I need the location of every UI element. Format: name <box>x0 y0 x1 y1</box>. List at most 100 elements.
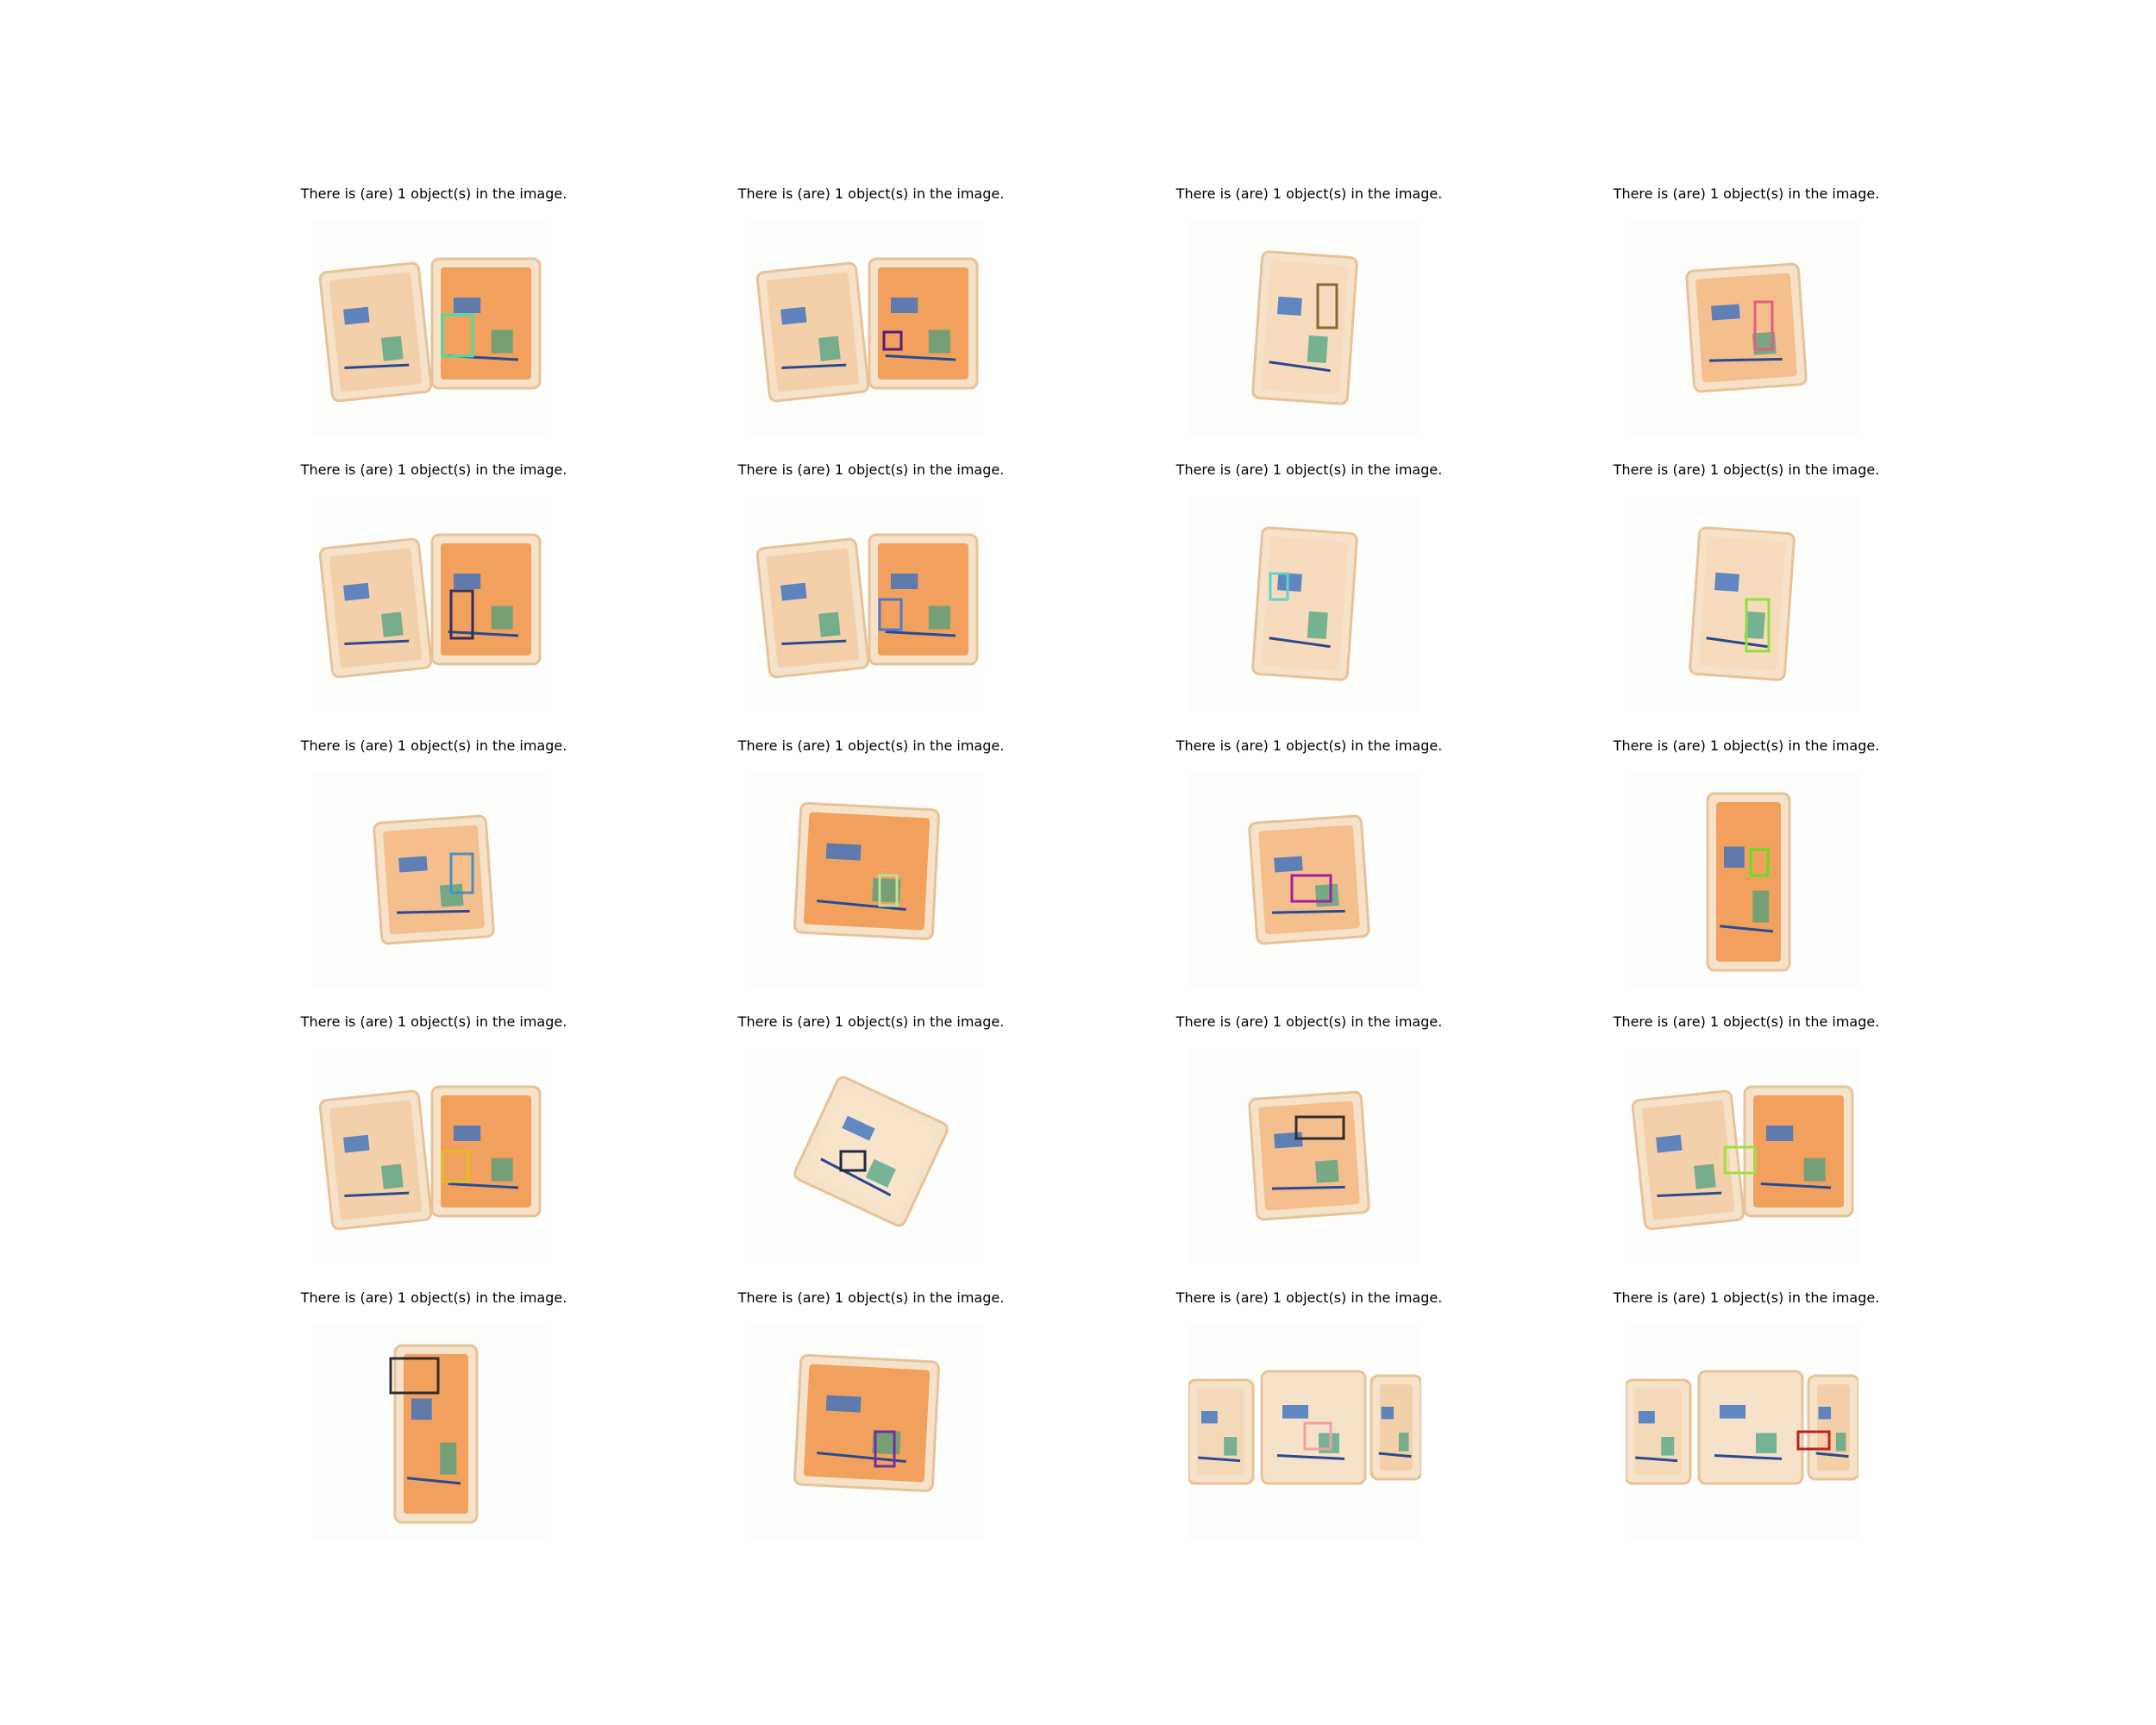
baggage-shape <box>430 257 542 390</box>
panel-caption: There is (are) 1 object(s) in the image. <box>1175 737 1443 754</box>
xray-panel: There is (are) 1 object(s) in the image. <box>287 737 580 1013</box>
xray-panel: There is (are) 1 object(s) in the image. <box>724 1013 1018 1289</box>
xray-panel: There is (are) 1 object(s) in the image. <box>1600 461 1893 737</box>
baggage-shape <box>393 1344 479 1524</box>
panel-caption: There is (are) 1 object(s) in the image. <box>737 185 1005 202</box>
baggage-shape <box>1248 814 1370 945</box>
xray-scan-image <box>1188 496 1421 712</box>
baggage-shape <box>1697 1370 1804 1485</box>
xray-panel: There is (are) 1 object(s) in the image. <box>1163 461 1456 737</box>
baggage-shape <box>755 537 870 679</box>
xray-panel: There is (are) 1 object(s) in the image. <box>287 1289 580 1565</box>
xray-scan-image <box>313 220 546 436</box>
xray-panel: There is (are) 1 object(s) in the image. <box>1163 1013 1456 1289</box>
baggage-shape <box>1369 1374 1421 1481</box>
xray-scan-svg <box>1689 526 1796 681</box>
panel-caption: There is (are) 1 object(s) in the image. <box>1613 1013 1880 1030</box>
xray-scan-image <box>1626 496 1858 712</box>
xray-scan-image <box>750 1324 983 1540</box>
baggage-shape <box>793 1076 949 1227</box>
xray-panel: There is (are) 1 object(s) in the image. <box>287 1013 580 1289</box>
panel-caption: There is (are) 1 object(s) in the image. <box>300 737 567 754</box>
xray-panel: There is (are) 1 object(s) in the image. <box>1163 185 1456 461</box>
baggage-shape <box>1631 1089 1745 1231</box>
panel-caption: There is (are) 1 object(s) in the image. <box>1175 185 1443 202</box>
xray-scan-svg <box>1626 1370 1858 1485</box>
xray-scan-svg <box>793 1353 940 1493</box>
xray-scan-svg <box>318 533 542 679</box>
xray-panel: There is (are) 1 object(s) in the image. <box>1600 1013 1893 1289</box>
xray-scan-svg <box>1251 250 1358 405</box>
xray-scan-svg <box>1706 792 1791 972</box>
baggage-shape <box>868 257 979 390</box>
baggage-shape <box>1260 1370 1367 1485</box>
panel-caption: There is (are) 1 object(s) in the image. <box>737 737 1005 754</box>
xray-scan-svg <box>1251 526 1358 681</box>
xray-panel: There is (are) 1 object(s) in the image. <box>1600 737 1893 1013</box>
xray-scan-image <box>313 772 546 988</box>
panel-caption: There is (are) 1 object(s) in the image. <box>300 185 567 202</box>
baggage-shape <box>1251 526 1358 681</box>
xray-panel: There is (are) 1 object(s) in the image. <box>724 461 1018 737</box>
xray-scan-image <box>1188 1048 1421 1264</box>
baggage-shape <box>1248 1090 1370 1221</box>
baggage-shape <box>1689 526 1796 681</box>
xray-panel: There is (are) 1 object(s) in the image. <box>1600 185 1893 461</box>
xray-scan-image <box>313 1324 546 1540</box>
panel-caption: There is (are) 1 object(s) in the image. <box>737 461 1005 478</box>
panel-caption: There is (are) 1 object(s) in the image. <box>1175 461 1443 478</box>
xray-scan-image <box>313 1048 546 1264</box>
baggage-shape <box>318 261 433 403</box>
panel-caption: There is (are) 1 object(s) in the image. <box>1613 185 1880 202</box>
baggage-shape <box>1188 1378 1255 1485</box>
panel-caption: There is (are) 1 object(s) in the image. <box>1175 1013 1443 1030</box>
baggage-shape <box>1626 1378 1692 1485</box>
xray-scan-svg <box>793 1076 949 1227</box>
xray-scan-svg <box>1248 814 1370 945</box>
baggage-shape <box>430 533 542 666</box>
xray-scan-image <box>1626 772 1858 988</box>
xray-panel: There is (are) 1 object(s) in the image. <box>287 461 580 737</box>
panel-caption: There is (are) 1 object(s) in the image. <box>300 1013 567 1030</box>
panel-caption: There is (are) 1 object(s) in the image. <box>737 1289 1005 1306</box>
xray-scan-image <box>750 772 983 988</box>
xray-scan-image <box>750 220 983 436</box>
xray-scan-image <box>750 496 983 712</box>
xray-panel: There is (are) 1 object(s) in the image. <box>1163 737 1456 1013</box>
panel-caption: There is (are) 1 object(s) in the image. <box>1175 1289 1443 1306</box>
xray-panel: There is (are) 1 object(s) in the image. <box>724 737 1018 1013</box>
baggage-shape <box>1685 262 1808 393</box>
xray-scan-image <box>1626 220 1858 436</box>
xray-scan-image <box>1188 1324 1421 1540</box>
xray-scan-image <box>1188 220 1421 436</box>
xray-scan-svg <box>1685 262 1808 393</box>
baggage-shape <box>793 1353 940 1493</box>
xray-scan-svg <box>755 257 979 403</box>
xray-scan-svg <box>1631 1085 1854 1231</box>
baggage-shape <box>1706 792 1791 972</box>
xray-panel: There is (are) 1 object(s) in the image. <box>724 185 1018 461</box>
xray-scan-image <box>1188 772 1421 988</box>
xray-scan-image <box>1626 1048 1858 1264</box>
xray-scan-svg <box>373 814 495 945</box>
baggage-shape <box>1743 1085 1854 1218</box>
baggage-shape <box>318 537 433 679</box>
xray-scan-svg <box>793 801 940 941</box>
baggage-shape <box>1251 250 1358 405</box>
panel-caption: There is (are) 1 object(s) in the image. <box>737 1013 1005 1030</box>
panel-caption: There is (are) 1 object(s) in the image. <box>1613 1289 1880 1306</box>
baggage-shape <box>793 801 940 941</box>
baggage-shape <box>1807 1374 1858 1481</box>
baggage-shape <box>373 814 495 945</box>
xray-scan-image <box>1626 1324 1858 1540</box>
xray-panel: There is (are) 1 object(s) in the image. <box>1163 1289 1456 1565</box>
xray-scan-svg <box>1188 1370 1421 1485</box>
xray-scan-svg <box>755 533 979 679</box>
xray-scan-svg <box>389 1344 479 1524</box>
xray-detection-grid: There is (are) 1 object(s) in the image.… <box>0 0 2156 1725</box>
xray-panel: There is (are) 1 object(s) in the image. <box>1600 1289 1893 1565</box>
xray-scan-svg <box>318 1085 542 1231</box>
xray-scan-svg <box>1248 1090 1370 1221</box>
panel-caption: There is (are) 1 object(s) in the image. <box>1613 737 1880 754</box>
panel-caption: There is (are) 1 object(s) in the image. <box>300 1289 567 1306</box>
